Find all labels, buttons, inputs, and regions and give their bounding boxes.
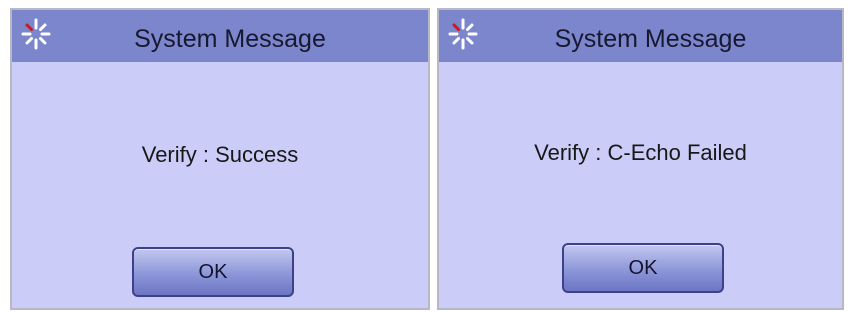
ok-button[interactable]: OK (132, 247, 294, 297)
system-message-dialog-failed: System Message Verify : C-Echo Failed OK (437, 8, 844, 310)
dialog-titlebar: System Message (439, 10, 842, 62)
dialog-message: Verify : Success (141, 142, 299, 167)
ok-button[interactable]: OK (562, 243, 724, 293)
dialog-titlebar: System Message (12, 10, 428, 62)
dialog-message: Verify : C-Echo Failed (534, 140, 747, 165)
dialog-title: System Message (554, 25, 747, 53)
system-message-dialog-success: System Message Verify : Success OK (10, 8, 430, 310)
dialog-title: System Message (134, 25, 326, 53)
